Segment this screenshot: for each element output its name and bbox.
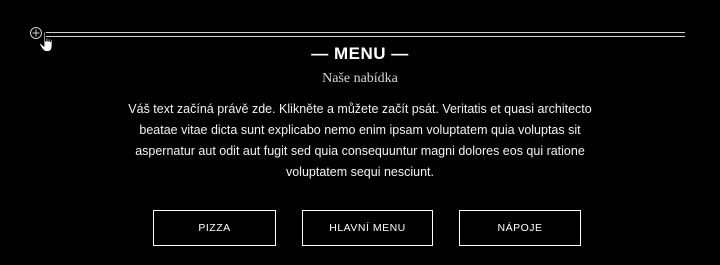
pizza-button[interactable]: PIZZA [153,210,276,246]
section-text[interactable]: Váš text začíná právě zde. Klikněte a mů… [110,99,610,183]
section-subheading: Naše nabídka [322,71,398,86]
section-divider [30,27,685,52]
divider-line [44,32,685,37]
drinks-button[interactable]: NÁPOJE [459,210,581,246]
main-menu-button[interactable]: HLAVNÍ MENU [302,210,433,246]
section-heading: — MENU — [311,44,409,63]
